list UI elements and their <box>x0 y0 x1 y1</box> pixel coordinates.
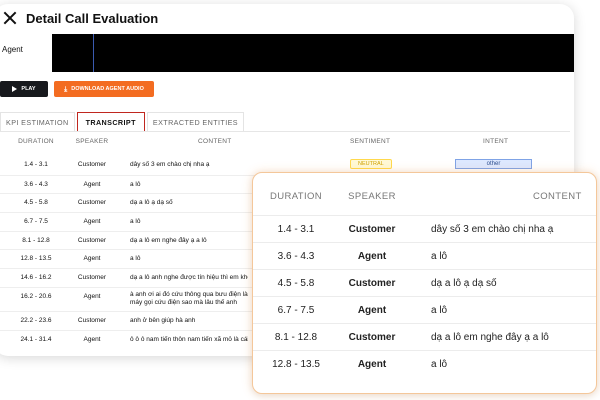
tab-divider <box>0 131 570 132</box>
play-button[interactable]: PLAY <box>0 81 48 97</box>
cell-content: dạ a lô em nghe đây ạ a lô <box>130 236 207 244</box>
cell-speaker: Agent <box>83 335 101 343</box>
zoom-cell-duration: 12.8 - 13.5 <box>272 359 320 370</box>
zoom-col-duration: DURATION <box>269 191 323 202</box>
play-button-label: PLAY <box>21 86 36 92</box>
zoom-cell-content: dạ a lô ạ dạ số <box>431 278 497 289</box>
cell-duration: 24.1 - 31.4 <box>20 335 52 343</box>
panel-header: Detail Call Evaluation <box>0 4 560 32</box>
zoom-table-row[interactable]: 4.5 - 5.8 Customer dạ a lô ạ dạ số <box>253 269 596 296</box>
cell-duration: 14.6 - 16.2 <box>20 274 52 282</box>
col-content: CONTENT <box>198 138 232 145</box>
zoom-table-row[interactable]: 6.7 - 7.5 Agent a lô <box>253 296 596 323</box>
play-icon <box>12 86 18 92</box>
cell-speaker: Agent <box>83 292 101 300</box>
tab-transcript[interactable]: TRANSCRIPT <box>76 112 145 132</box>
col-intent: INTENT <box>483 138 509 145</box>
cell-speaker: Agent <box>83 218 101 226</box>
cell-speaker: Customer <box>77 199 107 207</box>
zoom-cell-speaker: Customer <box>348 278 396 289</box>
cell-duration: 12.8 - 13.5 <box>20 255 52 263</box>
cell-content: a lô <box>130 180 141 188</box>
cell-content: anh ở bên giúp hà anh <box>130 316 196 324</box>
cell-content: a lô <box>130 218 141 226</box>
page-title: Detail Call Evaluation <box>26 10 159 26</box>
zoom-cell-speaker: Agent <box>357 359 387 370</box>
zoom-table-row[interactable]: 8.1 - 12.8 Customer dạ a lô em nghe đây … <box>253 323 596 350</box>
sentiment-badge: NEUTRAL <box>350 159 392 169</box>
zoom-cell-speaker: Agent <box>357 305 387 316</box>
cell-content: a lô <box>130 255 141 263</box>
col-duration: DURATION <box>18 138 54 145</box>
agent-track-label: Agent <box>2 45 23 54</box>
cell-content: dạ a lô anh nghe được tín hiệu thì em kh… <box>130 274 248 282</box>
cell-speaker: Customer <box>77 274 107 282</box>
cell-speaker: Agent <box>83 180 101 188</box>
col-speaker: SPEAKER <box>75 138 109 145</box>
transcript-table-header: DURATION SPEAKER CONTENT SENTIMENT INTEN… <box>0 136 570 150</box>
cell-duration: 8.1 - 12.8 <box>22 236 50 244</box>
cell-content: dây số 3 em chào chị nha ạ <box>130 161 210 168</box>
cell-duration: 16.2 - 20.6 <box>20 292 52 300</box>
cell-content: dạ a lô ạ dạ số <box>130 199 173 207</box>
cell-duration: 4.5 - 5.8 <box>24 199 48 207</box>
tab-bar: KPI ESTIMATION TRANSCRIPT EXTRACTED ENTI… <box>0 112 246 132</box>
zoom-cell-speaker: Customer <box>348 224 396 235</box>
zoom-cell-speaker: Agent <box>357 251 387 262</box>
cell-content: à anh ơi ai đó cứu thông qua bưu điện là… <box>130 290 248 307</box>
zoom-table-row[interactable]: 12.8 - 13.5 Agent a lô <box>253 350 596 377</box>
zoom-col-speaker: SPEAKER <box>348 191 396 202</box>
intent-badge: other <box>455 159 532 169</box>
tab-kpi-estimation[interactable]: KPI ESTIMATION <box>0 112 75 132</box>
zoom-cell-content: dạ a lô em nghe đây ạ a lô <box>431 332 549 343</box>
col-sentiment: SENTIMENT <box>350 138 391 145</box>
zoom-table-header: DURATION SPEAKER CONTENT <box>253 173 596 213</box>
zoom-cell-duration: 6.7 - 7.5 <box>277 305 315 316</box>
download-agent-audio-button[interactable]: ⤓ DOWNLOAD AGENT AUDIO <box>54 81 154 97</box>
transcript-zoom-card: DURATION SPEAKER CONTENT 1.4 - 3.1 Custo… <box>252 172 597 394</box>
zoom-cell-content: a lô <box>431 305 448 316</box>
zoom-cell-duration: 1.4 - 3.1 <box>277 224 315 235</box>
audio-waveform[interactable] <box>52 34 574 72</box>
cell-duration: 22.2 - 23.6 <box>20 316 52 324</box>
tab-extracted-entities[interactable]: EXTRACTED ENTITIES <box>146 112 244 132</box>
cell-speaker: Customer <box>77 316 107 324</box>
zoom-cell-speaker: Customer <box>348 332 396 343</box>
cell-content: ô ô ô nam tiến thôn nam tiến xã mỏ là cá… <box>130 335 248 343</box>
cell-duration: 6.7 - 7.5 <box>24 218 48 226</box>
zoom-table-row[interactable]: 3.6 - 4.3 Agent a lô <box>253 242 596 269</box>
zoom-col-content: CONTENT <box>533 191 582 202</box>
cell-duration: 1.4 - 3.1 <box>24 161 48 168</box>
zoom-table-row[interactable]: 1.4 - 3.1 Customer dây số 3 em chào chị … <box>253 215 596 242</box>
cell-speaker: Agent <box>83 255 101 263</box>
cell-speaker: Customer <box>77 236 107 244</box>
cell-speaker: Customer <box>77 161 107 168</box>
zoom-cell-content: a lô <box>431 251 448 262</box>
zoom-cell-content: a lô <box>431 359 448 370</box>
cell-duration: 3.6 - 4.3 <box>24 180 48 188</box>
zoom-cell-duration: 8.1 - 12.8 <box>274 332 318 343</box>
close-icon[interactable] <box>2 10 18 26</box>
playhead-cursor[interactable] <box>93 34 94 72</box>
zoom-cell-duration: 4.5 - 5.8 <box>277 278 315 289</box>
zoom-cell-content: dây số 3 em chào chị nha ạ <box>431 224 554 235</box>
zoom-cell-duration: 3.6 - 4.3 <box>277 251 315 262</box>
download-button-label: DOWNLOAD AGENT AUDIO <box>71 86 144 92</box>
download-icon: ⤓ <box>64 85 68 93</box>
